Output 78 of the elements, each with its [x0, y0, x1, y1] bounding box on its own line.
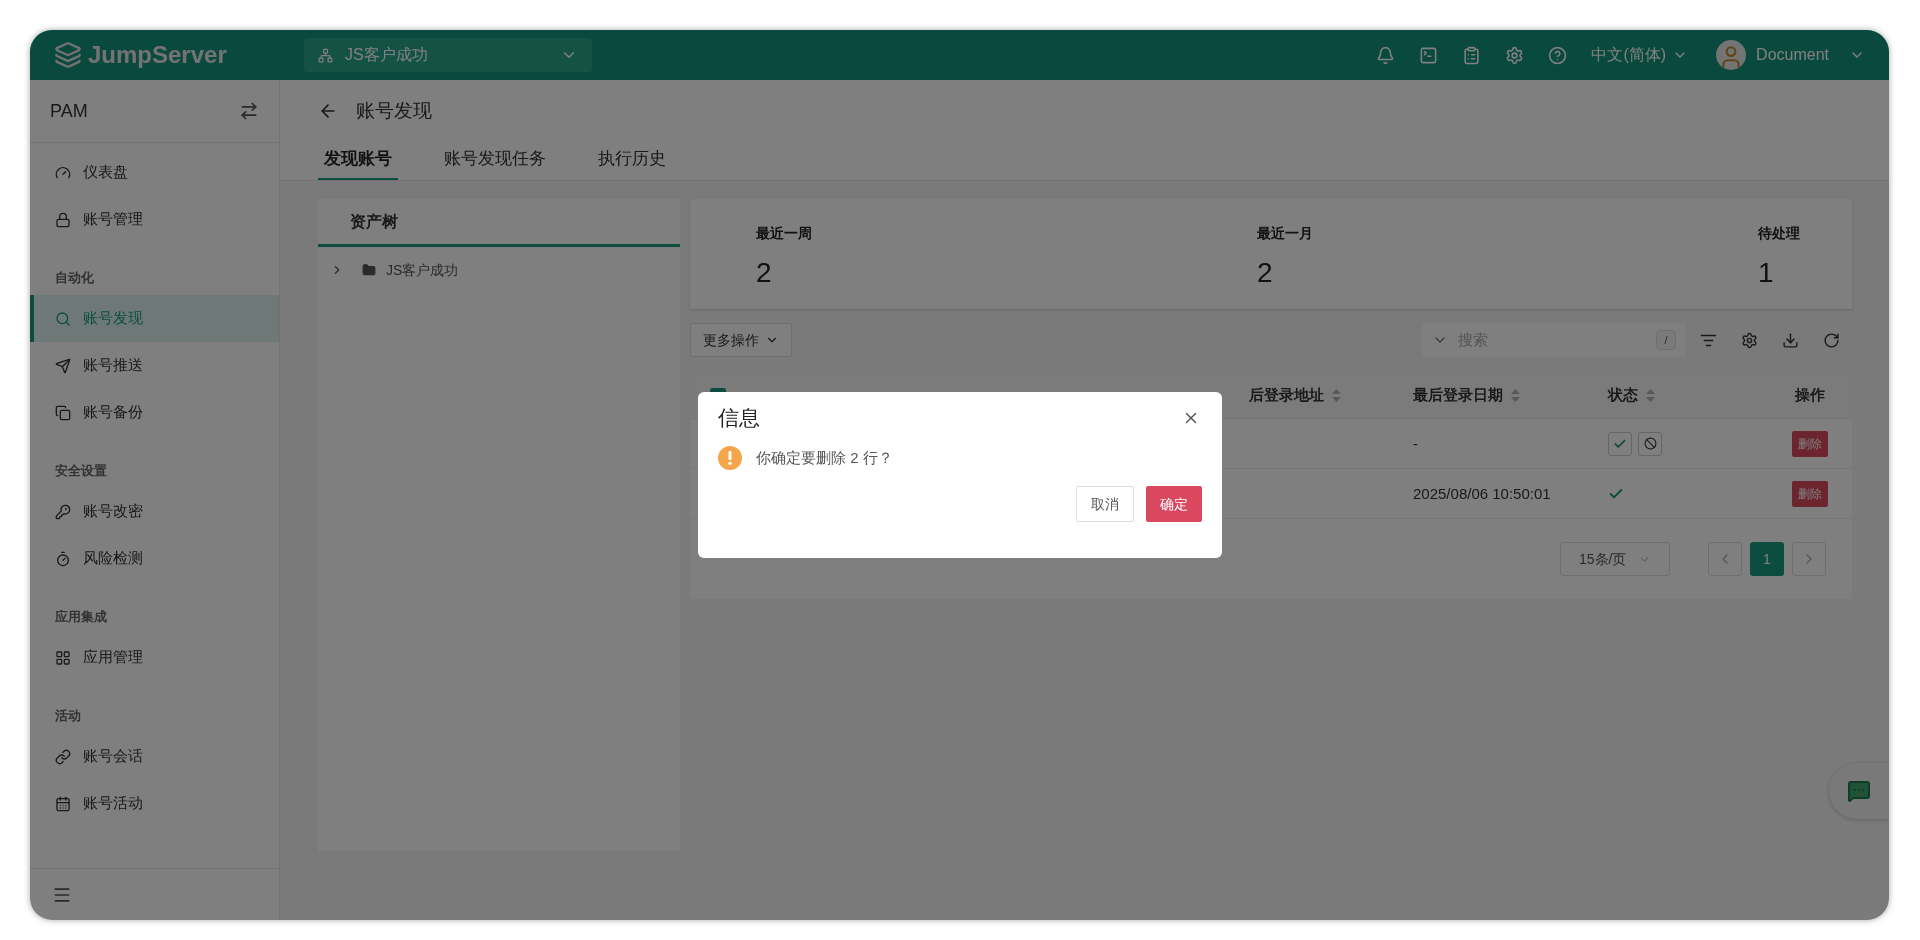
- settings-icon[interactable]: [1505, 45, 1525, 65]
- dialog-message: 你确定要删除 2 行？: [756, 447, 893, 468]
- warning-icon: [718, 446, 742, 470]
- sidebar-item-icon: [55, 748, 71, 765]
- logo-icon: [54, 41, 82, 69]
- sidebar-title: PAM: [50, 99, 88, 123]
- stat-value: 2: [1257, 256, 1274, 290]
- sidebar-item-icon: [55, 211, 71, 228]
- sidebar-item-icon: [55, 649, 71, 666]
- tab[interactable]: 发现账号: [318, 140, 398, 180]
- user-menu[interactable]: Document: [1716, 40, 1865, 70]
- sidebar-item[interactable]: 账号备份: [30, 389, 279, 436]
- table-cell: -: [1413, 434, 1418, 452]
- sidebar-item[interactable]: 账号推送: [30, 342, 279, 389]
- sidebar-group-label: 活动: [55, 706, 81, 725]
- tab[interactable]: 账号发现任务: [438, 140, 552, 180]
- sidebar-item-icon: [55, 404, 71, 421]
- sidebar-item[interactable]: 账号管理: [30, 196, 279, 243]
- tree-title: 资产树: [350, 211, 398, 232]
- terminal-icon[interactable]: [1419, 45, 1439, 65]
- column-header: 状态: [1608, 385, 1638, 406]
- sidebar-item-icon: [55, 550, 71, 567]
- sidebar-item[interactable]: 账号活动: [30, 780, 279, 827]
- clipboard-icon[interactable]: [1462, 45, 1482, 65]
- tab[interactable]: 执行历史: [592, 140, 672, 180]
- stat-value: 2: [756, 256, 773, 290]
- folder-icon: [362, 263, 376, 277]
- sidebar-item[interactable]: 应用管理: [30, 634, 279, 681]
- page-size-select[interactable]: 15条/页: [1560, 542, 1670, 576]
- more-actions-button[interactable]: 更多操作: [690, 323, 792, 357]
- sidebar-item-icon: [55, 503, 71, 520]
- sidebar-item[interactable]: 仪表盘: [30, 149, 279, 196]
- ban-icon: [1643, 437, 1657, 450]
- stat-label: 最近一周: [756, 224, 812, 243]
- ignore-status-button[interactable]: [1638, 431, 1662, 456]
- sort-icon[interactable]: [1511, 389, 1520, 402]
- stat-value: 1: [1758, 256, 1775, 290]
- sidebar-item-icon: [55, 795, 71, 812]
- sidebar-item-icon: [55, 164, 71, 181]
- page-button[interactable]: 1: [1750, 542, 1784, 576]
- refresh-icon[interactable]: [1823, 331, 1840, 349]
- sidebar-item[interactable]: 账号会话: [30, 733, 279, 780]
- logo-text: JumpServer: [88, 40, 227, 70]
- sidebar-group-label: 自动化: [55, 268, 94, 287]
- avatar: [1716, 40, 1747, 70]
- sort-icon[interactable]: [1332, 389, 1341, 402]
- stat-label: 最近一月: [1257, 224, 1313, 243]
- cancel-button[interactable]: 取消: [1076, 486, 1134, 522]
- sidebar-group-label: 安全设置: [55, 461, 107, 480]
- column-header: 操作: [1795, 385, 1825, 406]
- notification-icon[interactable]: [1376, 45, 1396, 65]
- sort-icon[interactable]: [1646, 389, 1655, 402]
- chat-button[interactable]: [1829, 763, 1889, 819]
- shortcut-key: /: [1656, 330, 1676, 350]
- sidebar-item-icon: [55, 357, 71, 374]
- confirm-status-button[interactable]: [1608, 431, 1632, 456]
- sidebar-group-label: 应用集成: [55, 607, 107, 626]
- column-header: 最后登录日期: [1413, 385, 1503, 406]
- settings-icon[interactable]: [1741, 331, 1758, 349]
- stat-label: 待处理: [1758, 224, 1800, 243]
- dialog-title: 信息: [718, 405, 760, 432]
- delete-button[interactable]: 删除: [1792, 430, 1828, 457]
- page-title: 账号发现: [356, 98, 432, 123]
- tree-node-label[interactable]: JS客户成功: [386, 259, 459, 281]
- sidebar-item[interactable]: 账号改密: [30, 488, 279, 535]
- chat-bubble-icon: [1847, 779, 1871, 803]
- delete-button[interactable]: 删除: [1792, 480, 1828, 507]
- table-cell: 2025/08/06 10:50:01: [1413, 484, 1551, 502]
- download-icon[interactable]: [1782, 331, 1799, 349]
- sidebar-item-icon: [55, 310, 71, 327]
- switch-icon[interactable]: [239, 101, 259, 121]
- column-header: 后登录地址: [1249, 385, 1324, 406]
- help-icon[interactable]: [1548, 45, 1568, 65]
- sidebar-item[interactable]: 风险检测: [30, 535, 279, 582]
- org-tree-icon: [318, 47, 333, 63]
- org-select[interactable]: JS客户成功: [304, 38, 592, 72]
- confirm-button[interactable]: 确定: [1146, 486, 1202, 522]
- language-select[interactable]: 中文(简体): [1591, 43, 1689, 67]
